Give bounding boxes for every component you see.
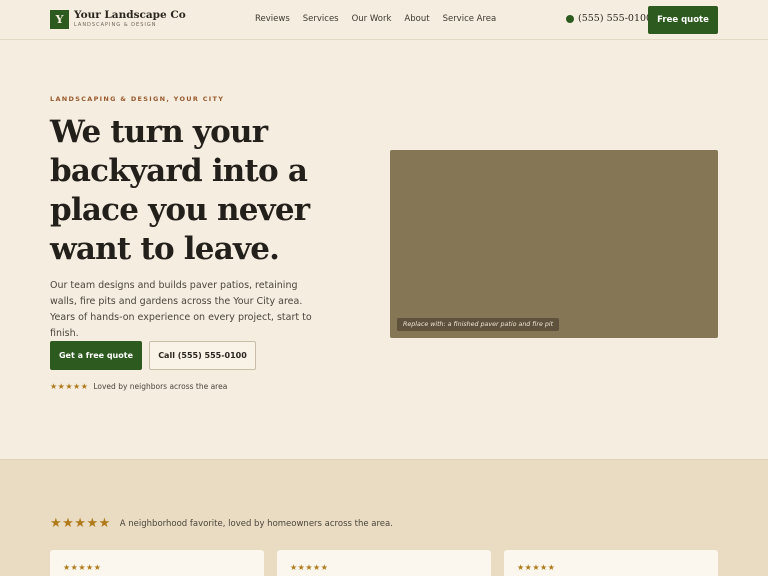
header-phone-number: (555) 555-0100: [578, 13, 653, 24]
hero-rating: ★★★★★ Loved by neighbors across the area: [50, 382, 227, 391]
nav-about[interactable]: About: [404, 14, 429, 24]
star-rating-icon: ★★★★★: [290, 563, 329, 572]
header-phone-link[interactable]: (555) 555-0100: [566, 13, 652, 24]
hero-description: Our team designs and builds paver patios…: [50, 280, 312, 339]
phone-status-icon: [566, 14, 574, 23]
reviews-section: ★★★★★ A neighborhood favorite, loved by …: [0, 459, 768, 576]
review-card: ★★★★★: [504, 550, 718, 576]
star-rating-icon: ★★★★★: [517, 563, 556, 572]
star-rating-icon: ★★★★★: [50, 516, 111, 531]
hero-headline: We turn your backyard into a place you n…: [50, 114, 310, 267]
reviews-summary: ★★★★★ A neighborhood favorite, loved by …: [50, 516, 393, 531]
main-nav: Reviews Services Our Work About Service …: [255, 14, 509, 24]
hero-image-placeholder: Replace with: a finished paver patio and…: [390, 150, 718, 338]
review-card: ★★★★★: [277, 550, 491, 576]
header-free-quote-button[interactable]: Free quote: [648, 6, 718, 34]
hero-eyebrow: LANDSCAPING & DESIGN, YOUR CITY: [50, 95, 225, 103]
nav-reviews[interactable]: Reviews: [255, 14, 290, 24]
star-rating-icon: ★★★★★: [63, 563, 102, 572]
site-header: Y Your Landscape Co LANDSCAPING & DESIGN…: [0, 0, 768, 40]
nav-services[interactable]: Services: [303, 14, 339, 24]
call-phone-button[interactable]: Call (555) 555-0100: [149, 341, 256, 370]
nav-service-area[interactable]: Service Area: [443, 14, 497, 24]
star-rating-icon: ★★★★★: [50, 382, 89, 391]
brand-tagline: LANDSCAPING & DESIGN: [74, 22, 157, 28]
brand-name[interactable]: Your Landscape Co: [74, 9, 186, 21]
image-caption: Replace with: a finished paver patio and…: [397, 318, 560, 331]
logo-mark[interactable]: Y: [50, 10, 69, 29]
get-free-quote-button[interactable]: Get a free quote: [50, 341, 142, 370]
nav-our-work[interactable]: Our Work: [352, 14, 392, 24]
review-card: ★★★★★: [50, 550, 264, 576]
reviews-summary-text: A neighborhood favorite, loved by homeow…: [119, 518, 393, 529]
hero-rating-text: Loved by neighbors across the area: [93, 382, 228, 391]
